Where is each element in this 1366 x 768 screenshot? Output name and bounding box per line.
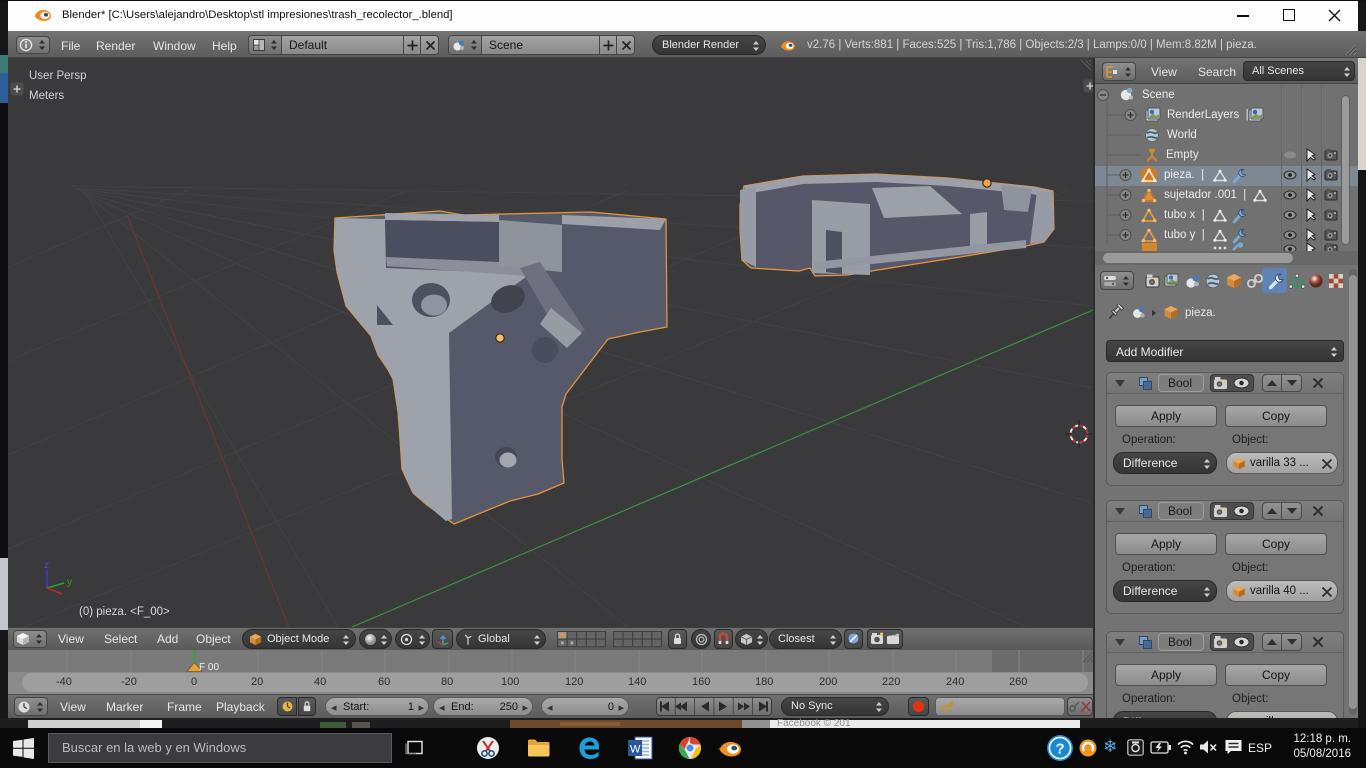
svg-text:?: ? — [1056, 741, 1065, 758]
svg-text:z: z — [44, 560, 49, 571]
svg-text:User Persp: User Persp — [29, 70, 87, 82]
svg-text:pieza.: pieza. — [1185, 307, 1216, 319]
svg-text:(0) pieza. <F_00>: (0) pieza. <F_00> — [79, 606, 170, 618]
svg-text:y: y — [67, 577, 72, 588]
svg-text:W: W — [630, 744, 641, 756]
svg-text:Meters: Meters — [29, 90, 64, 102]
